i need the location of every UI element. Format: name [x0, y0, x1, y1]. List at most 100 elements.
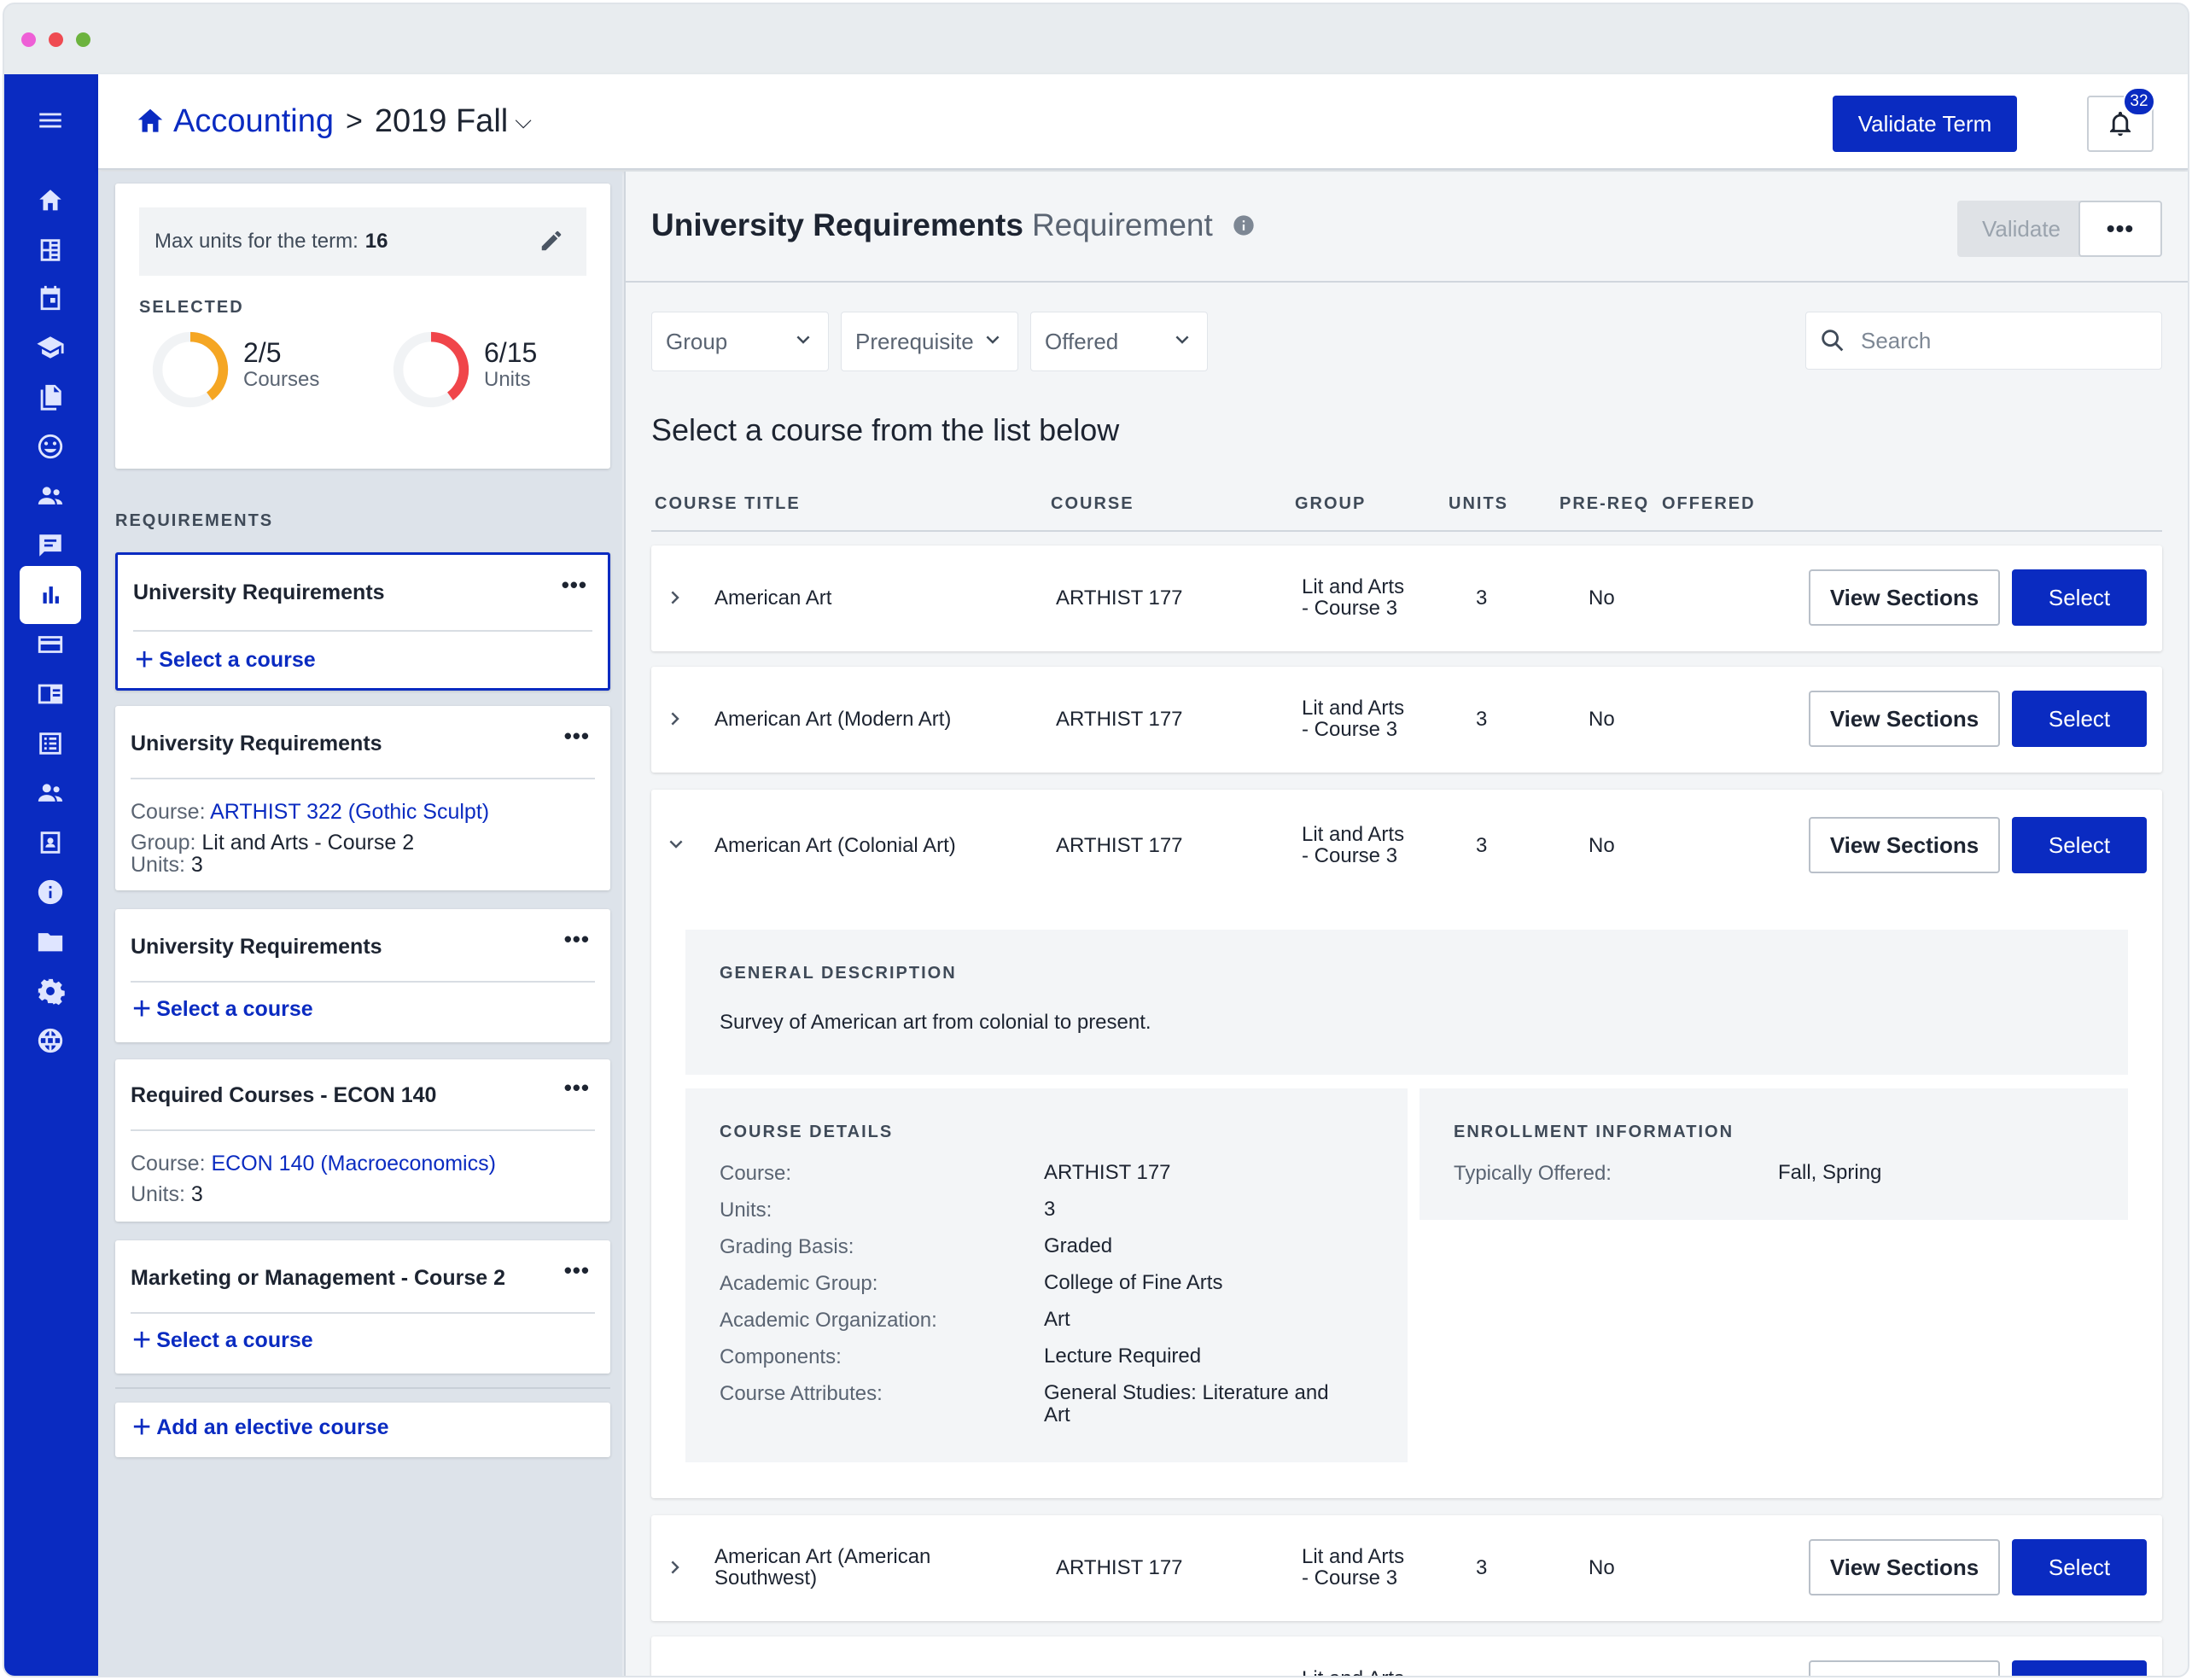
edit-pencil-icon[interactable]: [539, 228, 564, 260]
table-row-expanded[interactable]: American Art (Colonial Art) ARTHIST 177 …: [651, 790, 2162, 1498]
chevron-right-icon[interactable]: [663, 1555, 689, 1580]
menu-icon[interactable]: [20, 91, 81, 149]
view-sections-button[interactable]: View Sections: [1809, 691, 2000, 747]
chevron-down-icon: [980, 328, 1006, 353]
select-button[interactable]: Select: [2012, 1539, 2147, 1595]
course-title: American Art (Modern Art): [714, 708, 952, 731]
enrollment-info-panel: ENROLLMENT INFORMATION Typically Offered…: [1420, 1088, 2128, 1220]
more-options-icon[interactable]: •••: [564, 723, 590, 750]
course-group: Lit and Arts - Course 3: [1302, 697, 1405, 741]
requirements-panel: Max units for the term: 16 SELECTED 2/5 …: [98, 172, 622, 1676]
validate-term-button[interactable]: Validate Term: [1833, 96, 2017, 152]
course-title: American Art (American Southwest): [714, 1545, 931, 1590]
detail-label: Course:: [720, 1162, 792, 1185]
course-link[interactable]: ECON 140 (Macroeconomics): [212, 1152, 496, 1175]
maximize-window-dot[interactable]: [76, 32, 90, 47]
select-course-link[interactable]: + Select a course: [132, 1324, 313, 1356]
select-course-link[interactable]: + Select a course: [135, 644, 316, 676]
selected-label: SELECTED: [139, 298, 244, 317]
select-button[interactable]: Select: [2012, 691, 2147, 747]
column-header-course: COURSE: [1051, 494, 1134, 513]
max-units-label: Max units for the term:: [154, 230, 359, 253]
chevron-right-icon[interactable]: [663, 706, 689, 732]
course-link[interactable]: ARTHIST 322 (Gothic Sculpt): [210, 800, 489, 824]
view-sections-button[interactable]: View Sections: [1809, 1539, 2000, 1595]
table-row[interactable]: Lit and Arts: [651, 1636, 2162, 1676]
page-title: University Requirements Requirement: [651, 207, 1256, 243]
notifications-button[interactable]: 32: [2087, 87, 2155, 152]
validate-button[interactable]: Validate: [1957, 201, 2085, 257]
column-header-prereq: PRE-REQ: [1559, 494, 1650, 513]
select-course-link[interactable]: + Select a course: [132, 993, 313, 1025]
max-units-row: Max units for the term: 16: [139, 207, 586, 276]
group-filter-dropdown[interactable]: Group: [651, 312, 829, 371]
course-details-heading: COURSE DETAILS: [720, 1123, 894, 1141]
add-elective-card[interactable]: + Add an elective course: [115, 1403, 610, 1457]
sidebar: [4, 74, 98, 1676]
courses-label: Courses: [243, 368, 320, 391]
column-header-offered: OFFERED: [1662, 494, 1756, 513]
course-code: ARTHIST 177: [1056, 586, 1183, 610]
plus-icon: +: [132, 1409, 152, 1445]
more-options-icon[interactable]: •••: [564, 926, 590, 953]
plus-icon: +: [132, 991, 152, 1027]
divider: [131, 778, 595, 779]
requirement-title: University Requirements: [131, 732, 382, 755]
divider: [133, 630, 592, 632]
prerequisite-filter-dropdown[interactable]: Prerequisite: [841, 312, 1018, 371]
plus-icon: +: [132, 1322, 152, 1358]
requirement-card[interactable]: University Requirements ••• + Select a co…: [115, 552, 610, 691]
view-sections-button[interactable]: [1809, 1660, 2000, 1676]
units-detail: Units: 3: [131, 1182, 203, 1206]
chevron-down-icon[interactable]: [663, 832, 689, 858]
search-icon: [1822, 330, 1844, 352]
more-options-button[interactable]: •••: [2078, 201, 2162, 257]
divider: [131, 1312, 595, 1314]
table-row[interactable]: American Art (American Southwest) ARTHIST…: [651, 1515, 2162, 1621]
chevron-down-icon[interactable]: ⌵: [515, 108, 532, 135]
select-button[interactable]: Select: [2012, 569, 2147, 626]
more-options-icon[interactable]: •••: [564, 1257, 590, 1284]
globe-icon[interactable]: [20, 1012, 81, 1070]
course-units: 3: [1476, 1556, 1488, 1579]
units-count: 6/15: [484, 337, 538, 368]
main-content: University Requirements Requirement Vali…: [624, 172, 2188, 1676]
search-box[interactable]: [1805, 312, 2162, 370]
requirement-card[interactable]: Required Courses - ECON 140 ••• Course: …: [115, 1059, 610, 1222]
course-title: American Art (Colonial Art): [714, 834, 956, 857]
add-elective-link[interactable]: + Add an elective course: [132, 1411, 389, 1444]
chevron-down-icon: [1169, 328, 1195, 353]
table-header-divider: [651, 530, 2162, 532]
table-row[interactable]: American Art (Modern Art) ARTHIST 177 Li…: [651, 667, 2162, 773]
chevron-right-icon[interactable]: [663, 585, 689, 610]
detail-value: Art: [1044, 1308, 1070, 1331]
requirement-type: Requirement: [1031, 207, 1213, 242]
minimize-window-dot[interactable]: [49, 32, 63, 47]
more-options-icon[interactable]: •••: [562, 572, 587, 598]
select-button[interactable]: [2012, 1660, 2147, 1676]
notification-count-badge: 32: [2123, 87, 2155, 116]
requirement-card[interactable]: University Requirements ••• Course: ARTH…: [115, 706, 610, 890]
select-button[interactable]: Select: [2012, 817, 2147, 873]
typically-offered-label: Typically Offered:: [1454, 1162, 1612, 1185]
view-sections-button[interactable]: View Sections: [1809, 817, 2000, 873]
instruction-text: Select a course from the list below: [651, 412, 1120, 447]
home-breadcrumb-icon[interactable]: [134, 105, 166, 137]
requirement-title: University Requirements: [133, 580, 385, 604]
requirement-card[interactable]: Marketing or Management - Course 2 ••• +…: [115, 1240, 610, 1374]
units-label: Units: [484, 368, 531, 391]
offered-filter-dropdown[interactable]: Offered: [1030, 312, 1208, 371]
info-icon[interactable]: [1213, 213, 1256, 237]
requirement-card[interactable]: University Requirements ••• + Select a co…: [115, 909, 610, 1042]
table-row[interactable]: American Art ARTHIST 177 Lit and Arts - C…: [651, 545, 2162, 651]
breadcrumb-program-link[interactable]: Accounting: [173, 103, 334, 140]
search-input[interactable]: [1861, 327, 2134, 354]
more-options-icon[interactable]: •••: [564, 1075, 590, 1101]
course-code: ARTHIST 177: [1056, 708, 1183, 731]
view-sections-button[interactable]: View Sections: [1809, 569, 2000, 626]
close-window-dot[interactable]: [21, 32, 36, 47]
general-description-panel: GENERAL DESCRIPTION Survey of American a…: [685, 930, 2128, 1075]
top-header: Accounting > 2019 Fall ⌵ Validate Term 3…: [98, 74, 2188, 170]
term-selector[interactable]: 2019 Fall: [375, 103, 508, 140]
course-detail: Course: ARTHIST 322 (Gothic Sculpt): [131, 800, 490, 824]
